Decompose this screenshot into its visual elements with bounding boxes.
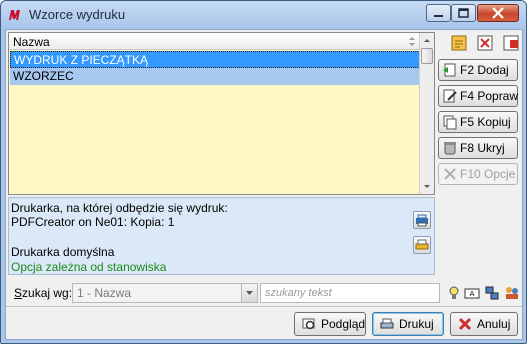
station-dependent-note: Opcja zależna od stanowiska: [11, 260, 167, 274]
delete-sheet-icon[interactable]: [474, 32, 496, 54]
printer-settings-button[interactable]: [413, 211, 431, 229]
scroll-down-icon[interactable]: [420, 179, 434, 194]
column-header-name[interactable]: Nazwa: [9, 33, 420, 50]
tools-icon: [444, 168, 456, 180]
cancel-button[interactable]: Anuluj: [450, 312, 518, 336]
edit-button-label: F4 Popraw: [460, 89, 519, 103]
search-field-value: 1 - Nazwa: [77, 286, 132, 300]
list-item[interactable]: WZORZEC: [10, 68, 420, 85]
preview-button[interactable]: Podgląd: [294, 312, 366, 336]
list-item[interactable]: WYDRUK Z PIECZĄTKĄ: [10, 51, 420, 68]
preview-button-label: Podgląd: [321, 317, 366, 331]
maximize-button[interactable]: [451, 4, 476, 22]
copy-button-label: F5 Kopiuj: [460, 115, 511, 129]
column-header-label: Nazwa: [13, 35, 50, 49]
title-bar[interactable]: Wzorce wydruku: [1, 1, 526, 29]
dialog-body: Nazwa WYDRUK Z PIECZĄTKĄ WZORZEC Drukark…: [5, 29, 523, 340]
dropdown-arrow[interactable]: [241, 284, 257, 302]
print-icon: [380, 318, 394, 329]
sort-icon: [409, 37, 415, 46]
users-icon[interactable]: [504, 285, 520, 301]
copy-button[interactable]: F5 Kopiuj: [438, 111, 518, 133]
search-bar: Szukaj wg: 1 - Nazwa szukany tekst A: [8, 281, 522, 305]
window: Wzorce wydruku Nazwa WYDRUK Z PIECZĄTKĄ …: [0, 0, 527, 344]
add-button[interactable]: F2 Dodaj: [438, 59, 518, 81]
search-input[interactable]: szukany tekst: [260, 283, 440, 303]
hide-button[interactable]: F8 Ukryj: [438, 137, 518, 159]
edit-icon: [443, 89, 457, 103]
printer-icon: [415, 239, 429, 250]
search-label: Szukaj wg:: [14, 286, 73, 300]
dialog-footer: Podgląd Drukuj Anuluj: [6, 306, 522, 339]
lightbulb-icon[interactable]: [446, 285, 462, 301]
scroll-up-icon[interactable]: [420, 33, 434, 48]
options-button[interactable]: F10 Opcje: [438, 163, 518, 185]
print-button-label: Drukuj: [399, 317, 434, 331]
trash-icon: [444, 142, 456, 155]
minimize-icon: [434, 15, 443, 17]
svg-text:A: A: [470, 290, 475, 298]
templates-list[interactable]: Nazwa WYDRUK Z PIECZĄTKĄ WZORZEC: [8, 32, 435, 195]
scrollbar-thumb[interactable]: [421, 48, 433, 64]
printer-info-panel: Drukarka, na której odbędzie się wydruk:…: [8, 197, 435, 275]
maximize-icon: [458, 8, 469, 18]
close-icon: [492, 7, 504, 19]
select-printer-button[interactable]: [413, 236, 431, 254]
window-title: Wzorce wydruku: [29, 7, 126, 22]
close-window-button[interactable]: [477, 4, 519, 22]
minimize-button[interactable]: [426, 4, 451, 22]
copy-icon: [443, 115, 457, 130]
list-scrollbar[interactable]: [419, 33, 434, 194]
edit-button[interactable]: F4 Popraw: [438, 85, 518, 107]
add-button-label: F2 Dodaj: [460, 63, 509, 77]
cancel-icon: [458, 317, 472, 331]
hide-button-label: F8 Ukryj: [460, 141, 505, 155]
printer-value: PDFCreator on Ne01: Kopia: 1: [11, 215, 175, 229]
printer-caption: Drukarka, na której odbędzie się wydruk:: [11, 201, 228, 215]
printer-settings-icon: [416, 214, 428, 227]
app-logo-icon: [9, 10, 20, 20]
export-sheet-icon[interactable]: [500, 32, 522, 54]
text-filter-icon[interactable]: A: [464, 285, 480, 301]
network-icon[interactable]: [484, 285, 500, 301]
magnifier-icon: [302, 318, 315, 330]
cancel-button-label: Anuluj: [477, 317, 511, 331]
chevron-down-icon: [246, 291, 253, 295]
printer-default-label: Drukarka domyślna: [11, 245, 115, 259]
print-button[interactable]: Drukuj: [372, 312, 444, 336]
options-button-label: F10 Opcje: [460, 167, 516, 181]
search-field-select[interactable]: 1 - Nazwa: [72, 283, 258, 303]
new-document-icon[interactable]: [448, 32, 470, 54]
add-icon: [443, 63, 456, 77]
